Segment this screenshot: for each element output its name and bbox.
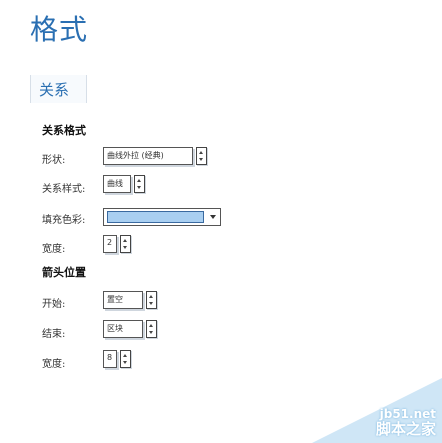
relation-format-heading: 关系格式 (42, 124, 86, 137)
shape-label: 形状: (42, 155, 66, 166)
relation-style-value: 曲线 (107, 179, 123, 188)
arrow-width-field[interactable]: 8 (103, 350, 117, 368)
end-value: 区块 (107, 324, 123, 333)
width-value: 2 (107, 238, 113, 247)
tab-relation-label: 关系 (39, 81, 70, 99)
width-label: 宽度: (42, 244, 66, 255)
shape-field[interactable]: 曲线外拉 (经典) (103, 147, 193, 165)
relation-style-label: 关系样式: (42, 184, 86, 195)
start-field[interactable]: 置空 (103, 291, 143, 309)
watermark: jb51.net 脚本之家 (312, 378, 442, 443)
arrow-width-label: 宽度: (42, 359, 66, 370)
start-value: 置空 (107, 295, 123, 304)
fill-color-label: 填充色彩: (42, 215, 86, 226)
page-title: 格式 (30, 13, 89, 46)
tab-relation[interactable]: 关系 (30, 75, 87, 103)
fill-color-swatch (107, 211, 204, 223)
relation-style-spinner[interactable] (134, 175, 145, 193)
arrow-position-heading: 箭头位置 (42, 266, 86, 279)
shape-value: 曲线外拉 (经典) (107, 151, 164, 160)
relation-style-field[interactable]: 曲线 (103, 175, 131, 193)
start-spinner[interactable] (146, 291, 157, 309)
width-spinner[interactable] (120, 235, 131, 253)
watermark-name: 脚本之家 (375, 420, 436, 438)
width-field[interactable]: 2 (103, 235, 117, 253)
start-label: 开始: (42, 299, 66, 310)
end-spinner[interactable] (146, 320, 157, 338)
fill-color-dropdown[interactable] (103, 208, 221, 226)
arrow-width-value: 8 (107, 353, 113, 362)
chevron-down-icon (210, 215, 216, 219)
end-label: 结束: (42, 329, 66, 340)
arrow-width-spinner[interactable] (120, 350, 131, 368)
shape-spinner[interactable] (196, 147, 207, 165)
end-field[interactable]: 区块 (103, 320, 143, 338)
